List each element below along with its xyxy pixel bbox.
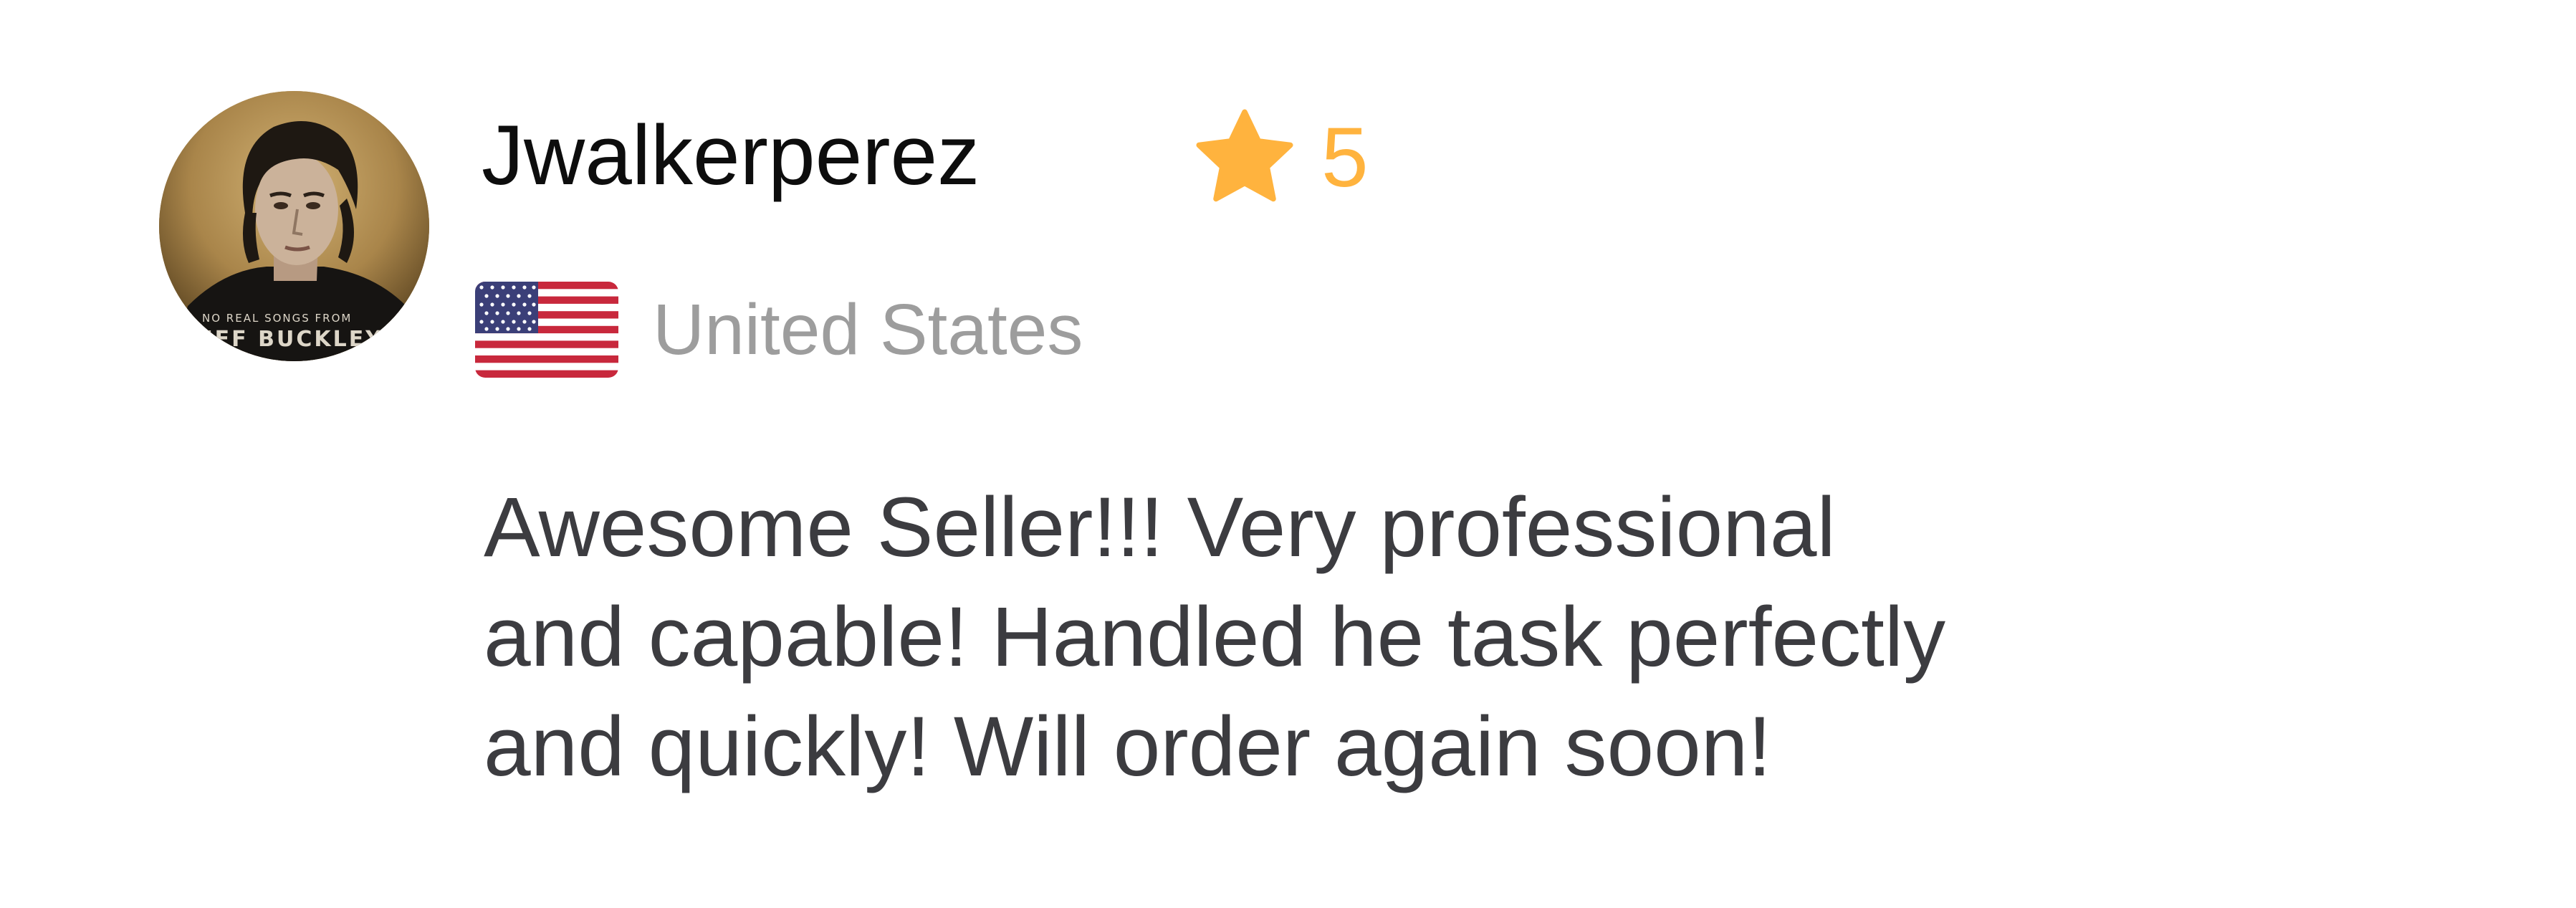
reviewer-name[interactable]: Jwalkerperez xyxy=(482,102,980,209)
review-text: Awesome Seller!!! Very professional and … xyxy=(484,473,2132,802)
review-text-line: and capable! Handled he task perfectly xyxy=(484,590,1946,684)
avatar-photo-icon: NO REAL SONGS FROM JEFF BUCKLEY xyxy=(159,91,429,361)
review-text-line: Awesome Seller!!! Very professional xyxy=(484,480,1836,575)
avatar-overlay-line2: JEFF BUCKLEY xyxy=(186,327,383,352)
review-text-line: and quickly! Will order again soon! xyxy=(484,699,1772,794)
review-card: NO REAL SONGS FROM JEFF BUCKLEY Jwalkerp… xyxy=(0,0,2576,908)
us-flag-icon xyxy=(475,282,618,378)
country-name: United States xyxy=(653,290,1083,370)
avatar-overlay-line1: NO REAL SONGS FROM xyxy=(202,312,352,325)
reviewer-country: United States xyxy=(475,279,1083,380)
reviewer-avatar[interactable]: NO REAL SONGS FROM JEFF BUCKLEY xyxy=(159,91,429,361)
star-icon xyxy=(1196,109,1293,202)
rating: 5 xyxy=(1191,104,1369,211)
rating-value: 5 xyxy=(1321,110,1369,205)
